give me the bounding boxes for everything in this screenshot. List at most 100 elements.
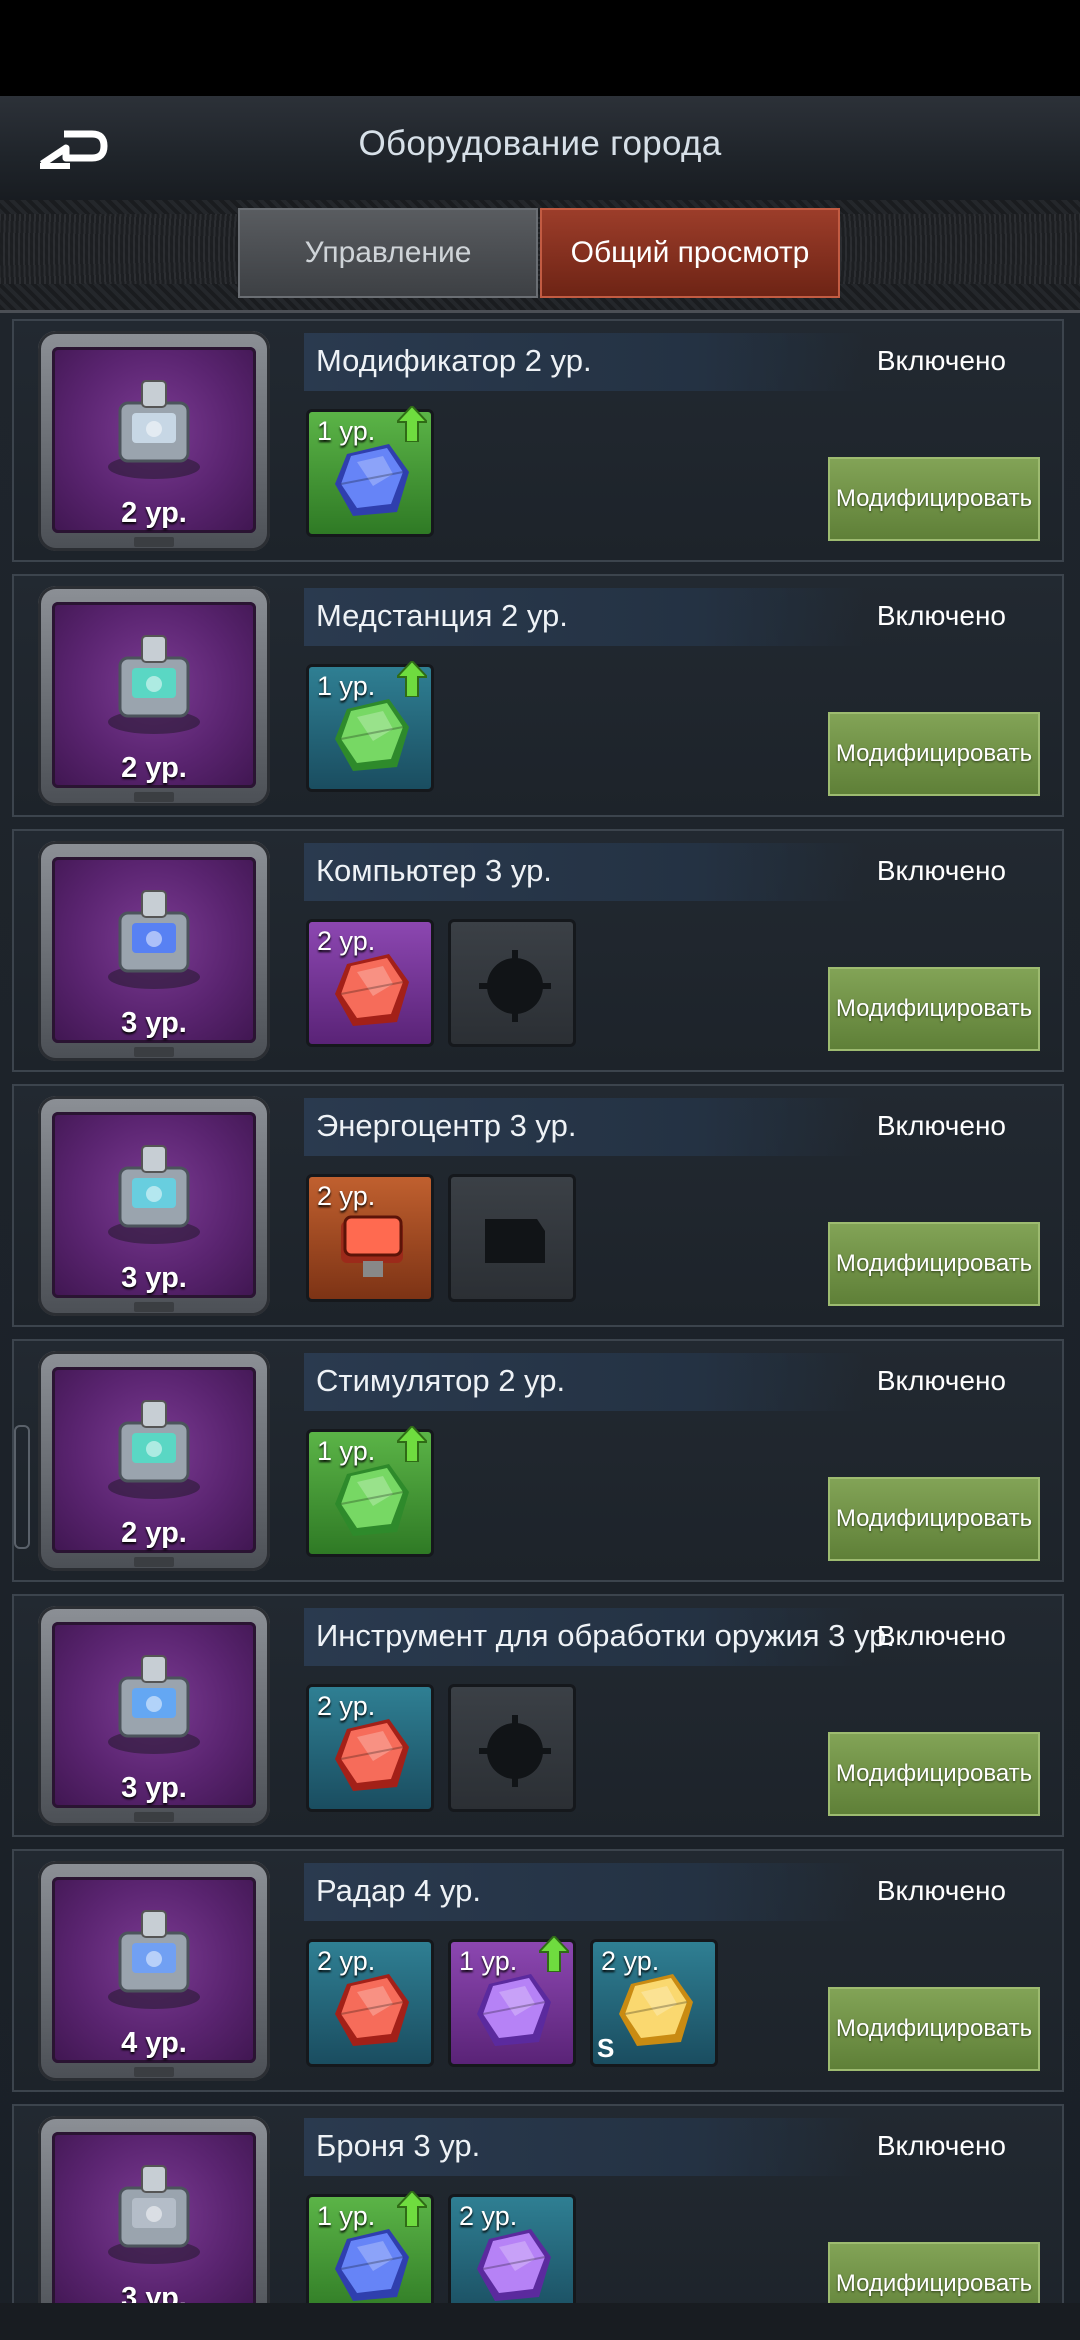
modify-button[interactable]: Модифицировать	[828, 457, 1040, 541]
building-frame[interactable]: 2 ур.	[38, 331, 270, 551]
modify-button[interactable]: Модифицировать	[828, 1732, 1040, 1816]
equipment-row: 3 ур. Инструмент для обработки оружия 3 …	[12, 1594, 1064, 1837]
status-label: Включено	[876, 1620, 1006, 1651]
equipment-list[interactable]: 2 ур. Модификатор 2 ур. Включено 1 ур. М…	[0, 313, 1080, 2303]
modify-button[interactable]: Модифицировать	[828, 1477, 1040, 1561]
equipment-row: 2 ур. Модификатор 2 ур. Включено 1 ур. М…	[12, 319, 1064, 562]
upgrade-arrow-icon	[397, 661, 427, 697]
building-icon	[108, 635, 200, 734]
module-slot[interactable]: 1 ур.	[306, 661, 434, 792]
building-frame[interactable]: 3 ур.	[38, 841, 270, 1061]
module-slot[interactable]: 2 ур. S	[590, 1939, 718, 2067]
slot-level: 1 ур.	[459, 1946, 518, 1976]
building-icon	[108, 1655, 200, 1754]
module-slots: 1 ур. 2 ур.	[306, 2191, 576, 2303]
equipment-row: 2 ур. Медстанция 2 ур. Включено 1 ур. Мо…	[12, 574, 1064, 817]
building-level: 2 ур.	[121, 1517, 187, 1549]
crosshair-icon	[479, 950, 551, 1022]
module-slot[interactable]: 1 ур.	[448, 1936, 576, 2067]
tab-overview[interactable]: Общий просмотр	[540, 208, 840, 298]
building-icon	[108, 380, 200, 479]
equipment-row: 4 ур. Радар 4 ур. Включено 2 ур. 1 ур. 2…	[12, 1849, 1064, 2092]
building-frame[interactable]: 3 ур.	[38, 1096, 270, 1316]
module-slot[interactable]: 2 ур.	[448, 2194, 576, 2303]
module-slot[interactable]: 1 ур.	[306, 406, 434, 537]
building-level: 3 ур.	[121, 1772, 187, 1804]
building-frame[interactable]: 4 ур.	[38, 1861, 270, 2081]
module-slots: 2 ур.	[306, 919, 576, 1049]
status-label: Включено	[876, 1365, 1006, 1396]
building-level: 2 ур.	[121, 752, 187, 784]
slot-level: 1 ур.	[317, 671, 376, 701]
modify-button[interactable]: Модифицировать	[828, 2242, 1040, 2303]
status-label: Включено	[876, 2130, 1006, 2161]
building-frame[interactable]: 2 ур.	[38, 586, 270, 806]
red-chip-icon	[341, 1215, 403, 1277]
scroll-handle[interactable]	[14, 1425, 30, 1549]
module-slot[interactable]: 2 ур.	[306, 1174, 434, 1302]
module-slots: 2 ур. 1 ур. 2 ур. S	[306, 1936, 718, 2069]
module-slots: 1 ур.	[306, 406, 434, 539]
bottom-bar	[0, 2303, 1080, 2340]
modify-button[interactable]: Модифицировать	[828, 967, 1040, 1051]
equipment-row: 2 ур. Стимулятор 2 ур. Включено 1 ур. Мо…	[12, 1339, 1064, 1582]
slot-level: 2 ур.	[317, 1946, 376, 1976]
tab-bar: Управление Общий просмотр	[0, 200, 1080, 313]
modify-button[interactable]: Модифицировать	[828, 1222, 1040, 1306]
blue-crystal-icon	[335, 444, 409, 516]
empty-slot[interactable]	[448, 1174, 576, 1302]
module-slots: 1 ур.	[306, 661, 434, 794]
status-label: Включено	[876, 600, 1006, 631]
slot-level: 2 ур.	[459, 2201, 518, 2231]
modify-button[interactable]: Модифицировать	[828, 712, 1040, 796]
module-slot[interactable]: 1 ур.	[306, 1426, 434, 1557]
building-frame[interactable]: 3 ур.	[38, 1606, 270, 1826]
chip-icon	[485, 1219, 545, 1263]
modify-button[interactable]: Модифицировать	[828, 1987, 1040, 2071]
status-label: Включено	[876, 1110, 1006, 1141]
building-level: 3 ур.	[121, 1007, 187, 1039]
rank-badge: S	[597, 2033, 615, 2063]
module-slot[interactable]: 2 ур.	[306, 1939, 434, 2067]
empty-slot[interactable]	[448, 919, 576, 1047]
tab-management[interactable]: Управление	[238, 208, 538, 298]
equipment-name: Радар 4 ур.	[316, 1873, 481, 1908]
red-crystal-icon	[335, 954, 409, 1026]
status-label: Включено	[876, 855, 1006, 886]
building-frame[interactable]: 3 ур.	[38, 2116, 270, 2303]
slot-level: 2 ур.	[317, 926, 376, 956]
status-label: Включено	[876, 345, 1006, 376]
slot-level: 1 ур.	[317, 416, 376, 446]
module-slot[interactable]: 2 ур.	[306, 1684, 434, 1812]
empty-slot[interactable]	[448, 1684, 576, 1812]
status-bar	[0, 0, 1080, 96]
gold-crystal-icon	[619, 1974, 693, 2046]
red-crystal-icon	[335, 1719, 409, 1791]
building-frame[interactable]: 2 ур.	[38, 1351, 270, 1571]
equipment-name: Инструмент для обработки оружия 3 ур.	[316, 1618, 895, 1653]
module-slots: 1 ур.	[306, 1426, 434, 1559]
building-icon	[108, 2165, 200, 2264]
building-level: 2 ур.	[121, 497, 187, 529]
status-label: Включено	[876, 1875, 1006, 1906]
building-icon	[108, 890, 200, 989]
slot-level: 1 ур.	[317, 1436, 376, 1466]
module-slot[interactable]: 2 ур.	[306, 919, 434, 1047]
building-level: 3 ур.	[121, 1262, 187, 1294]
building-icon	[108, 1145, 200, 1244]
module-slots: 2 ур.	[306, 1174, 576, 1304]
page-title: Оборудование города	[358, 124, 722, 163]
purple-crystal-icon	[477, 1974, 551, 2046]
green-crystal-icon	[335, 699, 409, 771]
upgrade-arrow-icon	[397, 406, 427, 442]
equipment-name: Компьютер 3 ур.	[316, 853, 552, 888]
equipment-name: Стимулятор 2 ур.	[316, 1363, 566, 1398]
module-slot[interactable]: 1 ур.	[306, 2191, 434, 2303]
red-crystal-icon	[335, 1974, 409, 2046]
equipment-row: 3 ур. Броня 3 ур. Включено 1 ур. 2 ур. М…	[12, 2104, 1064, 2303]
slot-level: 1 ур.	[317, 2201, 376, 2231]
upgrade-arrow-icon	[539, 1936, 569, 1972]
green-crystal-icon	[335, 1464, 409, 1536]
building-icon	[108, 1910, 200, 2009]
equipment-name: Медстанция 2 ур.	[316, 598, 568, 633]
